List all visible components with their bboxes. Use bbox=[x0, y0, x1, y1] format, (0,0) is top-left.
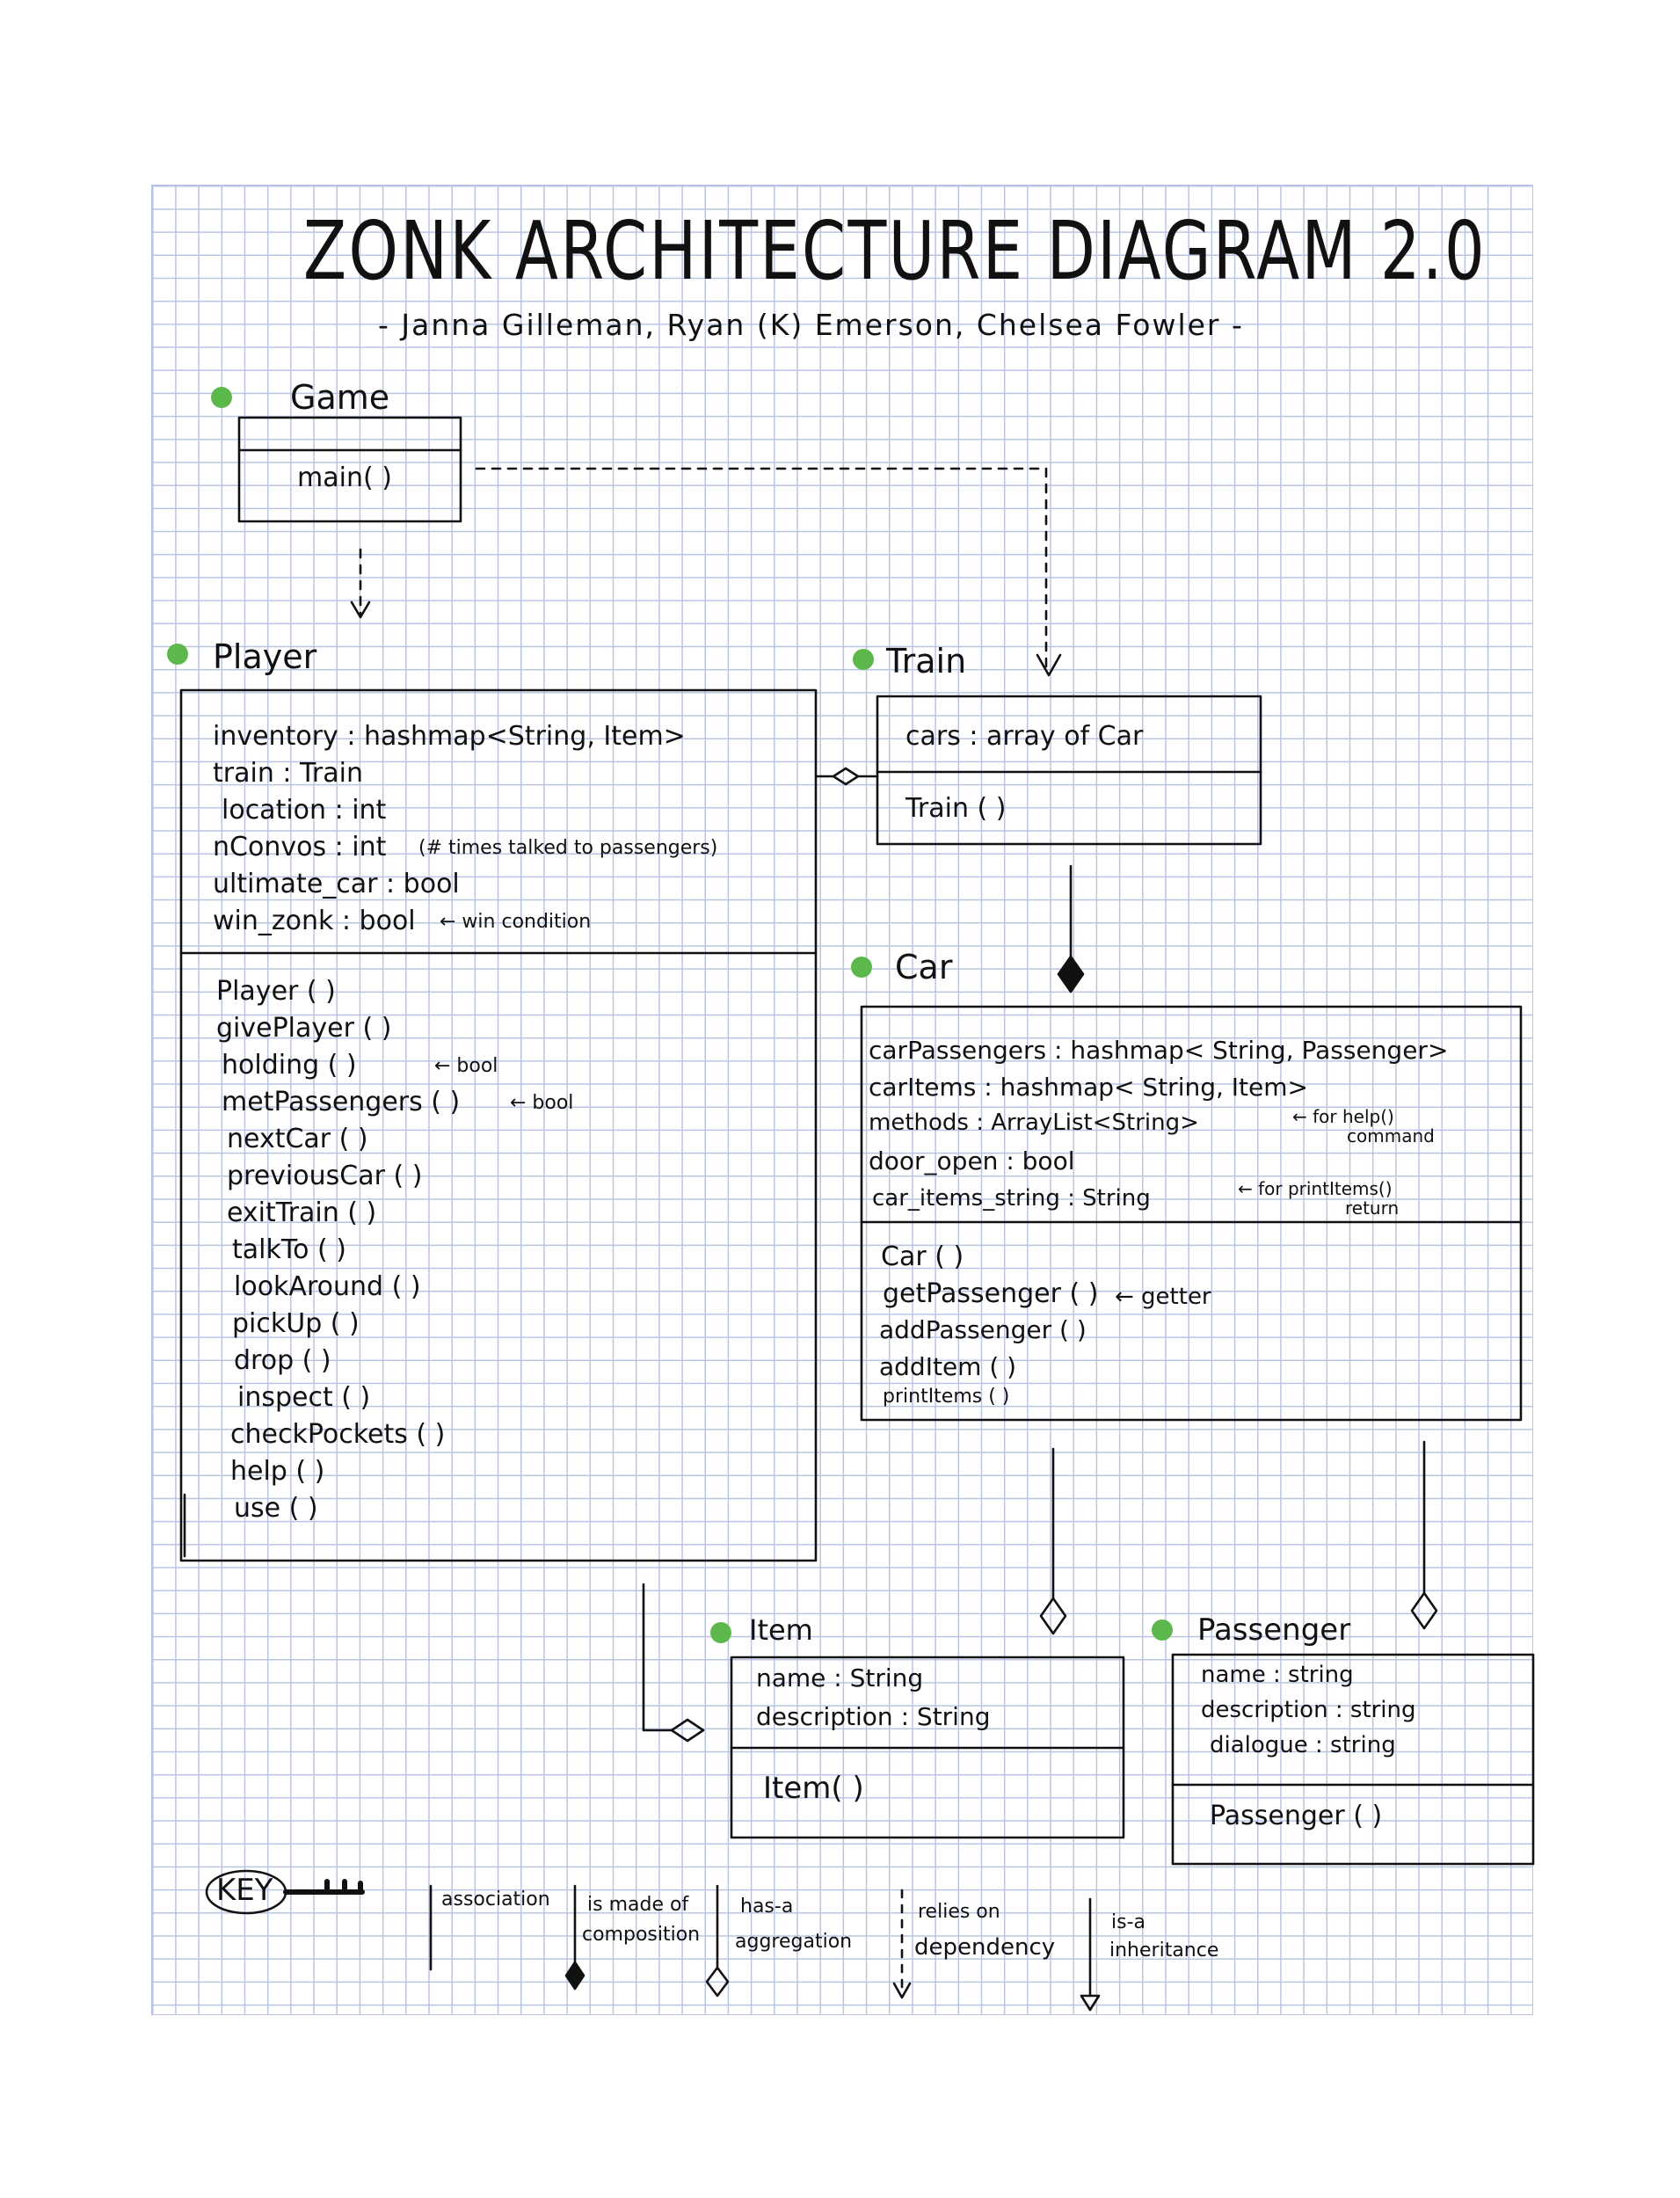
diagram-title: ZONK ARCHITECTURE DIAGRAM 2.0 bbox=[303, 204, 1487, 298]
train-car-composition bbox=[1057, 864, 1085, 993]
player-attribute-note: ← win condition bbox=[440, 911, 592, 933]
key-composition-label: composition bbox=[582, 1924, 701, 1946]
car-method: addPassenger ( ) bbox=[879, 1315, 1087, 1344]
key-aggregation-symbol bbox=[705, 1884, 730, 1998]
player-method: help ( ) bbox=[230, 1456, 325, 1487]
game-class-name: Game bbox=[290, 378, 390, 417]
car-attribute: door_open : bool bbox=[869, 1146, 1075, 1175]
item-bullet-icon bbox=[710, 1622, 731, 1643]
player-method: Player ( ) bbox=[216, 976, 336, 1007]
passenger-method: Passenger ( ) bbox=[1210, 1801, 1383, 1831]
game-method: main( ) bbox=[297, 462, 392, 493]
car-class-name: Car bbox=[895, 948, 953, 986]
key-aggregation-label: aggregation bbox=[735, 1931, 853, 1953]
key-dependency-label: dependency bbox=[914, 1934, 1056, 1961]
authors-line: - Janna Gilleman, Ryan (K) Emerson, Chel… bbox=[378, 308, 1244, 342]
car-attribute: methods : ArrayList<String> bbox=[869, 1110, 1199, 1136]
player-method: holding ( ) bbox=[222, 1050, 357, 1081]
player-method: pickUp ( ) bbox=[232, 1308, 360, 1339]
player-method: nextCar ( ) bbox=[227, 1124, 368, 1154]
key-dependency-label: relies on bbox=[918, 1901, 1000, 1923]
key-dependency-symbol bbox=[892, 1889, 912, 1999]
player-method-note: ← bool bbox=[434, 1055, 498, 1077]
car-attribute-note: return bbox=[1345, 1197, 1400, 1219]
player-method: inspect ( ) bbox=[237, 1382, 371, 1413]
player-method: use ( ) bbox=[234, 1493, 318, 1524]
player-attribute: train : Train bbox=[213, 758, 363, 789]
player-bullet-icon bbox=[167, 644, 188, 665]
train-bullet-icon bbox=[853, 649, 874, 670]
player-method: previousCar ( ) bbox=[227, 1161, 423, 1191]
passenger-attribute: description : string bbox=[1201, 1697, 1416, 1723]
car-bullet-icon bbox=[851, 957, 872, 978]
key-inheritance-label: inheritance bbox=[1109, 1940, 1219, 1961]
passenger-attribute: dialogue : string bbox=[1210, 1732, 1396, 1758]
car-method: printItems ( ) bbox=[883, 1386, 1010, 1408]
key-composition-symbol bbox=[564, 1884, 585, 1991]
car-method-note: ← getter bbox=[1115, 1284, 1211, 1310]
passenger-class-name: Passenger bbox=[1197, 1612, 1351, 1648]
player-method: givePlayer ( ) bbox=[216, 1013, 392, 1044]
game-train-dependency-arrow bbox=[475, 467, 1062, 677]
key-inheritance-symbol bbox=[1080, 1897, 1101, 2012]
game-bullet-icon bbox=[211, 387, 232, 408]
player-attribute: ultimate_car : bool bbox=[213, 869, 460, 899]
car-method: addItem ( ) bbox=[879, 1352, 1017, 1381]
item-class-name: Item bbox=[749, 1613, 813, 1647]
passenger-attribute: name : string bbox=[1201, 1662, 1354, 1688]
player-attribute: location : int bbox=[222, 795, 387, 826]
car-method: Car ( ) bbox=[881, 1241, 964, 1272]
item-attribute: description : String bbox=[756, 1702, 991, 1731]
car-passenger-aggregation bbox=[1410, 1440, 1438, 1630]
player-item-aggregation bbox=[642, 1583, 705, 1743]
player-method: metPassengers ( ) bbox=[222, 1087, 461, 1117]
player-method: lookAround ( ) bbox=[234, 1271, 421, 1302]
player-class-name: Player bbox=[213, 637, 317, 676]
key-composition-label: is made of bbox=[587, 1894, 689, 1916]
car-attribute: car_items_string : String bbox=[872, 1185, 1151, 1212]
car-item-aggregation bbox=[1039, 1447, 1067, 1635]
player-attribute: inventory : hashmap<String, Item> bbox=[213, 721, 686, 752]
key-label: KEY bbox=[216, 1873, 273, 1908]
player-attribute: win_zonk : bool bbox=[213, 906, 416, 936]
player-attribute-note: (# times talked to passengers) bbox=[418, 837, 718, 859]
car-attribute-note: ← for help() bbox=[1292, 1106, 1394, 1127]
game-player-dependency-arrow bbox=[350, 548, 371, 619]
player-train-aggregation bbox=[814, 767, 879, 786]
train-method: Train ( ) bbox=[905, 793, 1007, 824]
player-method: exitTrain ( ) bbox=[227, 1197, 377, 1228]
train-attribute: cars : array of Car bbox=[905, 721, 1144, 752]
car-attribute: carItems : hashmap< String, Item> bbox=[869, 1073, 1308, 1102]
car-attribute: carPassengers : hashmap< String, Passeng… bbox=[869, 1036, 1449, 1065]
player-method: talkTo ( ) bbox=[232, 1234, 346, 1265]
car-attribute-note: ← for printItems() bbox=[1238, 1178, 1393, 1199]
player-attribute: nConvos : int bbox=[213, 832, 387, 862]
player-method-note: ← bool bbox=[510, 1092, 574, 1114]
player-method: drop ( ) bbox=[234, 1345, 331, 1376]
key-inheritance-label: is-a bbox=[1111, 1911, 1145, 1933]
passenger-bullet-icon bbox=[1152, 1619, 1173, 1641]
car-attribute-note: command bbox=[1347, 1125, 1435, 1146]
key-aggregation-label: has-a bbox=[740, 1896, 794, 1918]
car-method: getPassenger ( ) bbox=[883, 1278, 1099, 1309]
key-association-label: association bbox=[441, 1889, 550, 1911]
item-attribute: name : String bbox=[756, 1663, 924, 1692]
player-method: checkPockets ( ) bbox=[230, 1419, 446, 1450]
item-method: Item( ) bbox=[763, 1771, 864, 1806]
train-class-name: Train bbox=[886, 642, 967, 681]
